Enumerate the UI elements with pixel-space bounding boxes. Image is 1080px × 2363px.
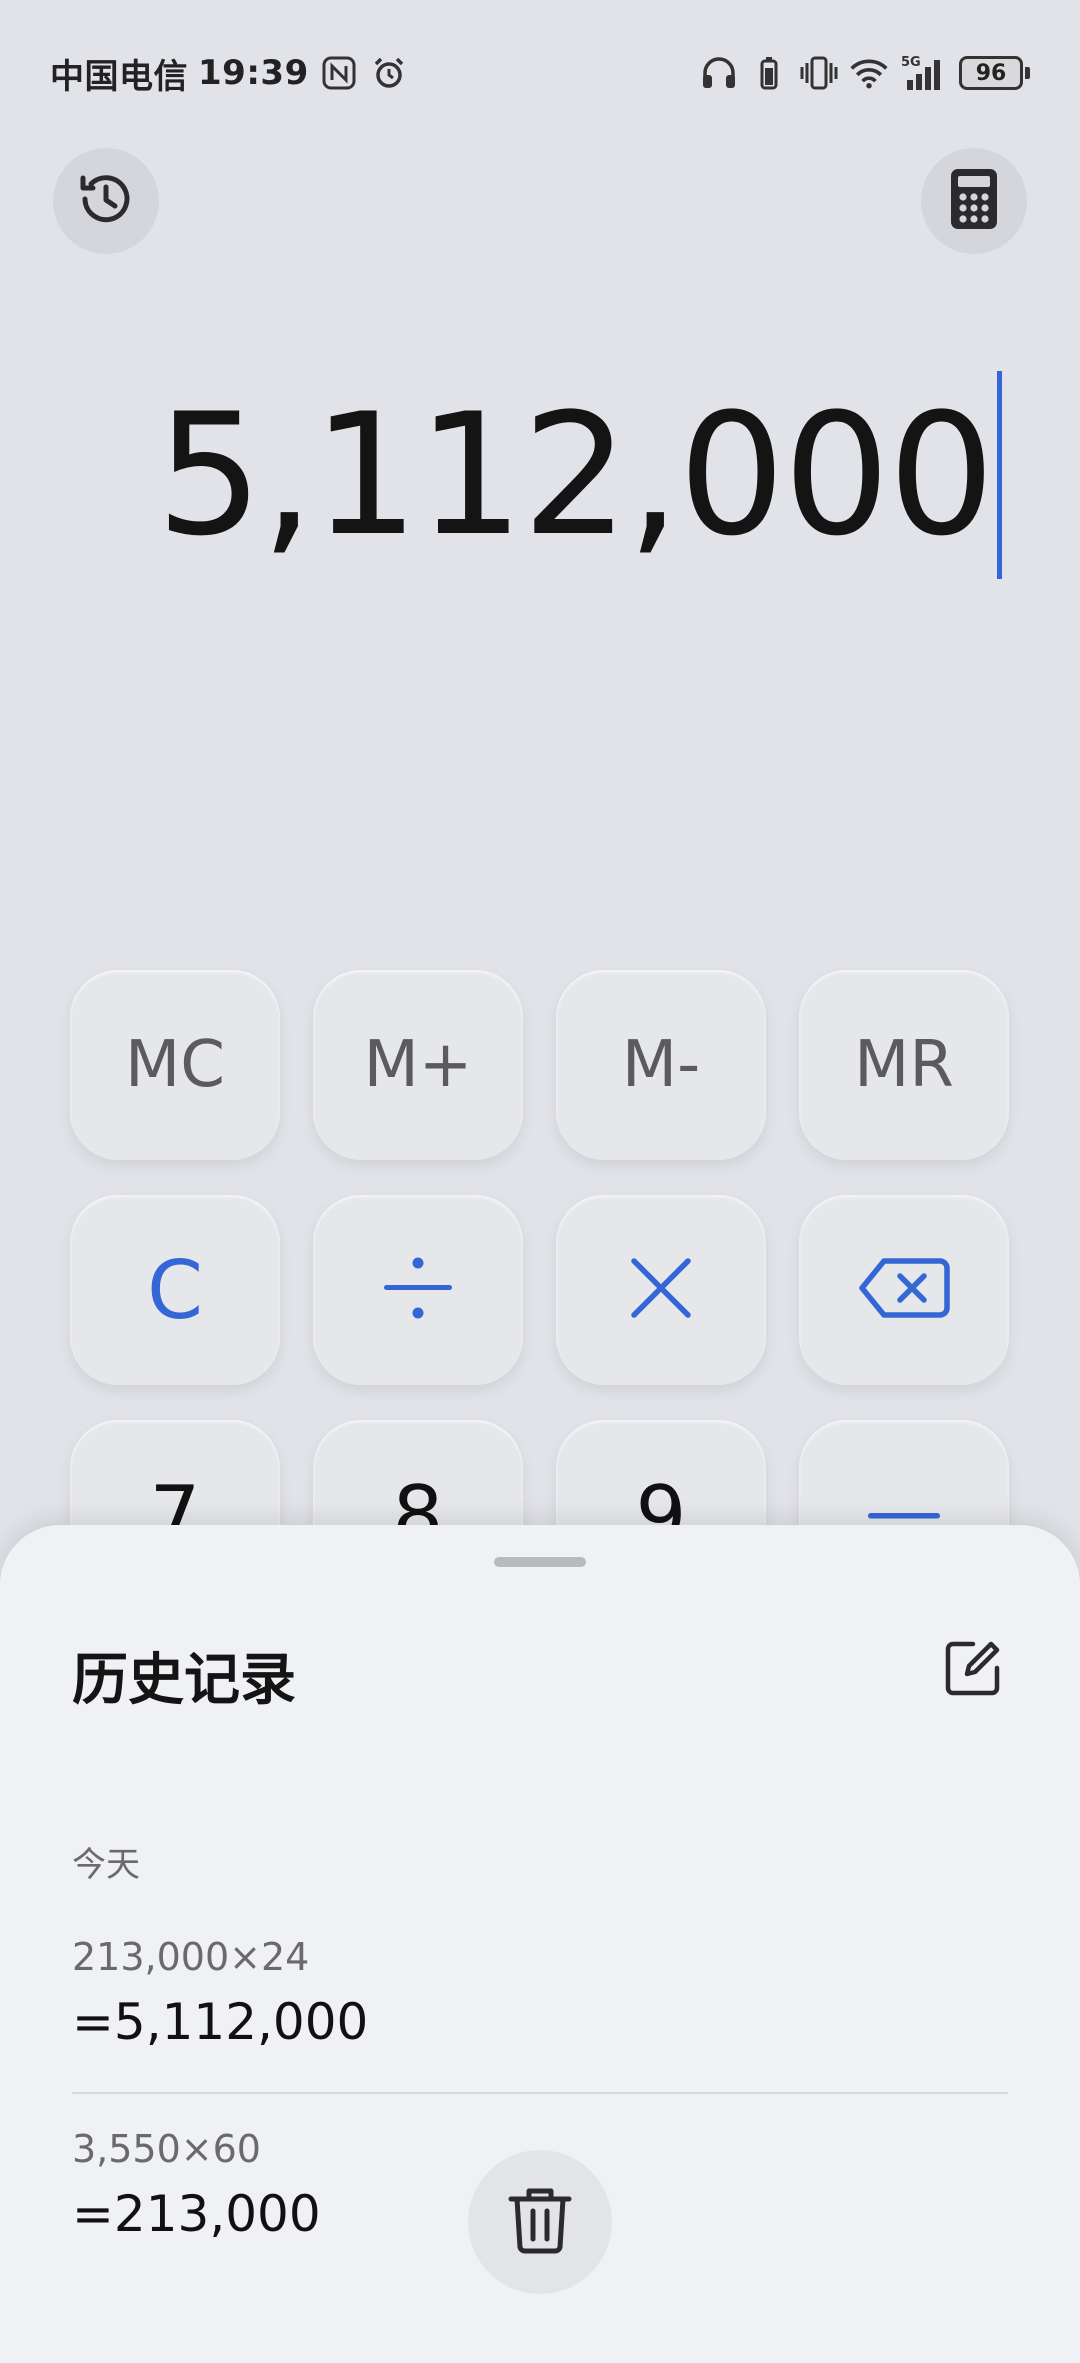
minus-icon <box>868 1506 940 1525</box>
history-title: 历史记录 <box>72 1648 296 1713</box>
signal-icon: 5G <box>899 53 949 93</box>
key-clear[interactable]: C <box>70 1195 280 1385</box>
status-bar-left: 中国电信 19:39 <box>50 50 409 97</box>
history-sheet[interactable]: 历史记录 今天 213,000×24 =5,112,000 3,550×60 =… <box>0 1525 1080 2363</box>
key-backspace[interactable] <box>799 1195 1009 1385</box>
battery-level: 96 <box>959 56 1023 90</box>
edit-history-button[interactable] <box>938 1635 1008 1705</box>
status-bar-right: 5G 96 <box>699 50 1030 96</box>
key-label: MR <box>854 1028 954 1102</box>
battery-tip <box>1025 67 1030 79</box>
edit-icon <box>943 1638 1003 1702</box>
history-divider <box>72 2092 1008 2094</box>
history-entry[interactable]: 213,000×24 =5,112,000 <box>72 1935 1008 2051</box>
display-value: 5,112,000 <box>155 377 995 573</box>
history-section-today: 今天 <box>72 1845 140 1885</box>
carrier-name: 中国电信 <box>50 56 188 97</box>
alarm-icon <box>369 53 409 93</box>
multiply-icon <box>628 1255 694 1325</box>
key-label: M- <box>621 1028 701 1102</box>
vibrate-icon <box>799 53 839 93</box>
headphone-battery-icon <box>749 53 789 93</box>
delete-history-button[interactable] <box>468 2150 612 2294</box>
key-memory-add[interactable]: M+ <box>313 970 523 1160</box>
key-memory-recall[interactable]: MR <box>799 970 1009 1160</box>
sheet-drag-handle[interactable] <box>494 1557 586 1567</box>
key-label: MC <box>125 1028 225 1102</box>
trash-icon <box>507 2185 573 2259</box>
key-multiply[interactable] <box>556 1195 766 1385</box>
key-label: C <box>147 1243 203 1337</box>
history-result: =5,112,000 <box>72 1993 369 2051</box>
svg-text:5G: 5G <box>901 55 921 70</box>
calculator-display[interactable]: 5,112,000 <box>156 360 1002 590</box>
history-icon <box>75 168 137 234</box>
text-cursor <box>997 371 1002 579</box>
battery-indicator: 96 <box>959 56 1030 90</box>
divide-icon <box>380 1250 456 1330</box>
key-label: M+ <box>363 1028 473 1102</box>
headphones-icon <box>699 53 739 93</box>
key-memory-clear[interactable]: MC <box>70 970 280 1160</box>
backspace-icon <box>858 1257 950 1323</box>
history-expression: 213,000×24 <box>72 1935 310 1979</box>
status-time: 19:39 <box>198 53 309 93</box>
nfc-icon <box>319 53 359 93</box>
status-bar: 中国电信 19:39 5G 96 <box>0 0 1080 140</box>
history-button[interactable] <box>53 148 159 254</box>
key-divide[interactable] <box>313 1195 523 1385</box>
key-memory-subtract[interactable]: M- <box>556 970 766 1160</box>
calculator-icon <box>949 167 999 235</box>
wifi-icon <box>849 53 889 93</box>
calculator-mode-button[interactable] <box>921 148 1027 254</box>
